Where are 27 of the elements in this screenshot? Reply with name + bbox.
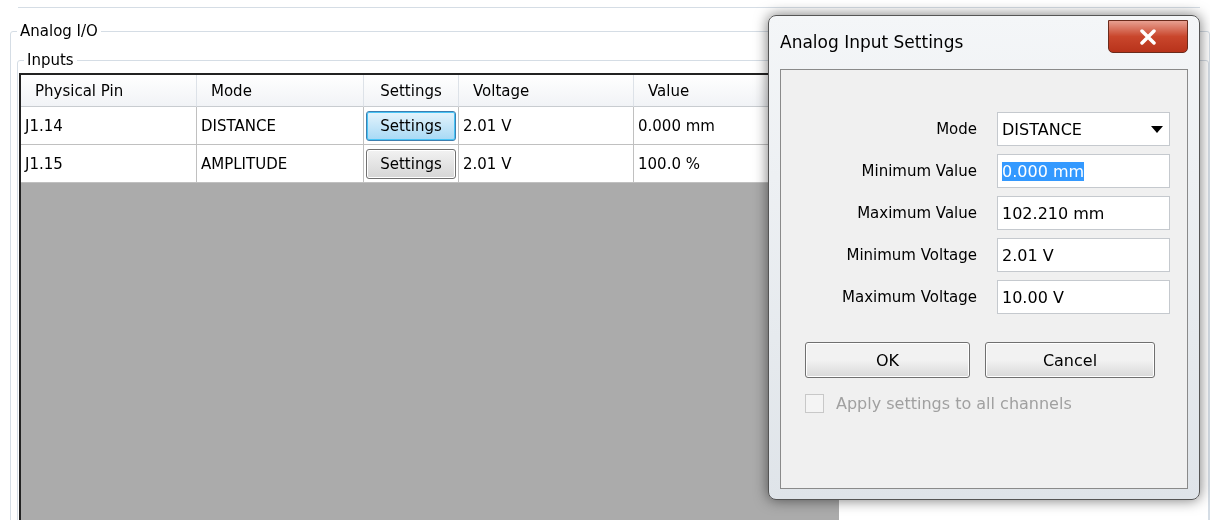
field-label: Maximum Voltage [842, 288, 977, 306]
group-title: Analog I/O [17, 21, 101, 41]
dropdown-arrow-icon [1151, 125, 1163, 133]
field-label: Minimum Voltage [846, 246, 977, 264]
ok-button[interactable]: OK [805, 342, 970, 378]
mode-dropdown[interactable]: DISTANCE [997, 112, 1170, 146]
checkbox-label: Apply settings to all channels [836, 394, 1072, 413]
column-header[interactable]: Mode [197, 75, 364, 107]
settings-button[interactable]: Settings [366, 110, 456, 141]
close-button[interactable] [1108, 20, 1188, 53]
input-field[interactable]: 10.00 V [997, 280, 1170, 314]
column-header[interactable]: Settings [364, 75, 459, 107]
close-icon [1139, 28, 1157, 45]
table-cell: 2.01 V [459, 145, 634, 183]
group-title: Inputs [24, 50, 77, 70]
table-cell: J1.15 [21, 145, 197, 183]
column-header[interactable]: Voltage [459, 75, 634, 107]
cancel-button[interactable]: Cancel [985, 342, 1155, 378]
dialog-title: Analog Input Settings [780, 32, 964, 52]
input-field[interactable]: 102.210 mm [997, 196, 1170, 230]
table-cell: AMPLITUDE [197, 145, 364, 183]
input-field[interactable]: 2.01 V [997, 238, 1170, 272]
field-label: Mode [936, 120, 977, 138]
field-label: Minimum Value [861, 162, 977, 180]
column-header[interactable]: Physical Pin [21, 75, 197, 107]
settings-button[interactable]: Settings [366, 148, 456, 179]
field-label: Maximum Value [857, 204, 977, 222]
